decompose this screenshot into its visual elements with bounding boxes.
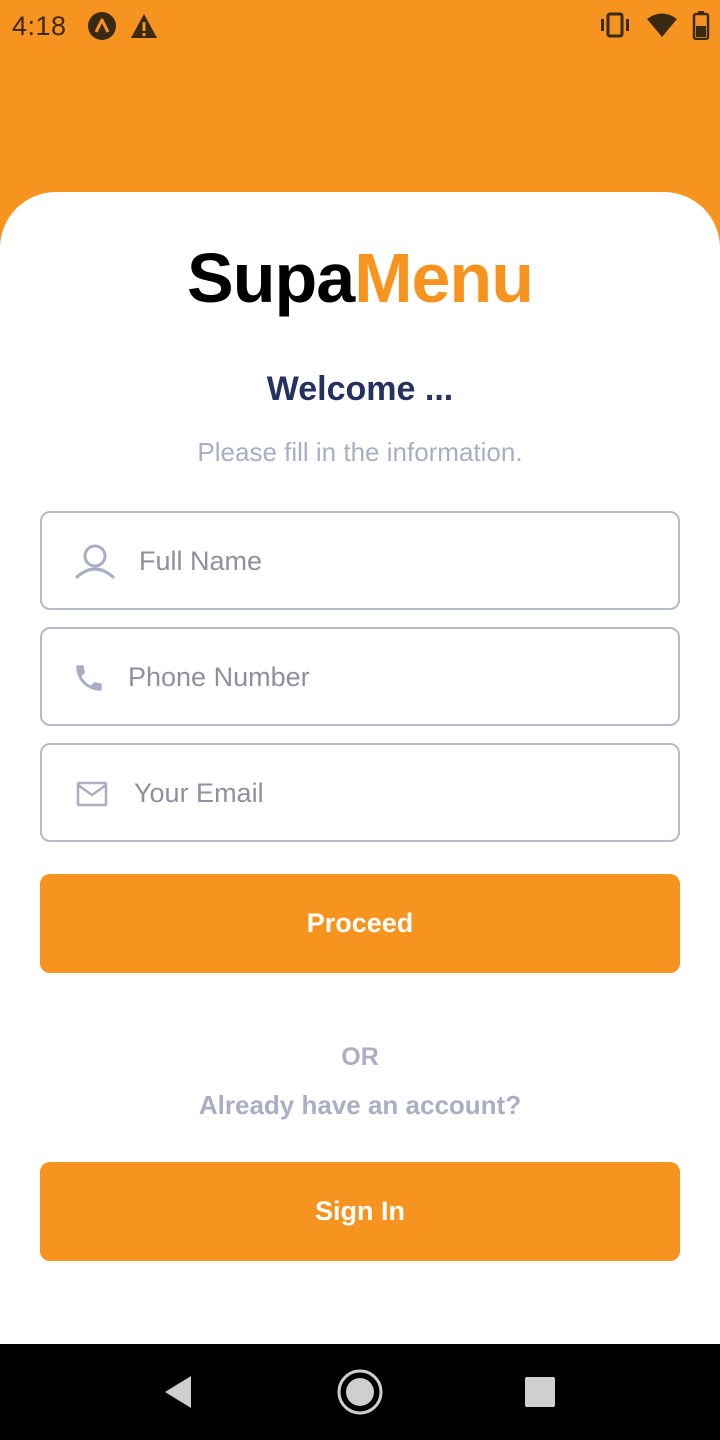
email-field[interactable] (40, 743, 680, 842)
home-icon[interactable] (334, 1366, 386, 1418)
proceed-button[interactable]: Proceed (40, 874, 680, 973)
phone-field[interactable] (40, 627, 680, 726)
back-icon[interactable] (152, 1366, 204, 1418)
logo-supa: Supa (187, 239, 355, 317)
app-notification-icon (87, 11, 117, 41)
wifi-icon (646, 12, 678, 38)
logo-menu: Menu (354, 239, 534, 317)
status-icons-left (87, 11, 159, 41)
vibrate-icon (598, 12, 632, 38)
welcome-heading: Welcome ... (266, 370, 454, 408)
already-have-account-text: Already have an account? (198, 1090, 522, 1120)
subtitle: Please fill in the information. (197, 437, 523, 467)
app-logo: SupaMenu (0, 238, 720, 318)
battery-icon (692, 10, 710, 40)
email-input[interactable] (134, 773, 644, 813)
recents-icon[interactable] (514, 1366, 566, 1418)
full-name-input[interactable] (139, 541, 639, 581)
mail-icon (76, 781, 108, 807)
full-name-field[interactable] (40, 511, 680, 610)
status-time: 4:18 (12, 10, 67, 41)
navigation-bar (0, 1344, 720, 1440)
sign-in-button[interactable]: Sign In (40, 1162, 680, 1261)
phone-icon (72, 661, 106, 695)
warning-icon (129, 12, 159, 40)
phone-input[interactable] (128, 657, 648, 697)
status-icons-right (598, 10, 710, 40)
or-divider-text: OR (341, 1043, 379, 1071)
status-bar: 4:18 (0, 0, 720, 52)
user-icon (74, 543, 116, 579)
